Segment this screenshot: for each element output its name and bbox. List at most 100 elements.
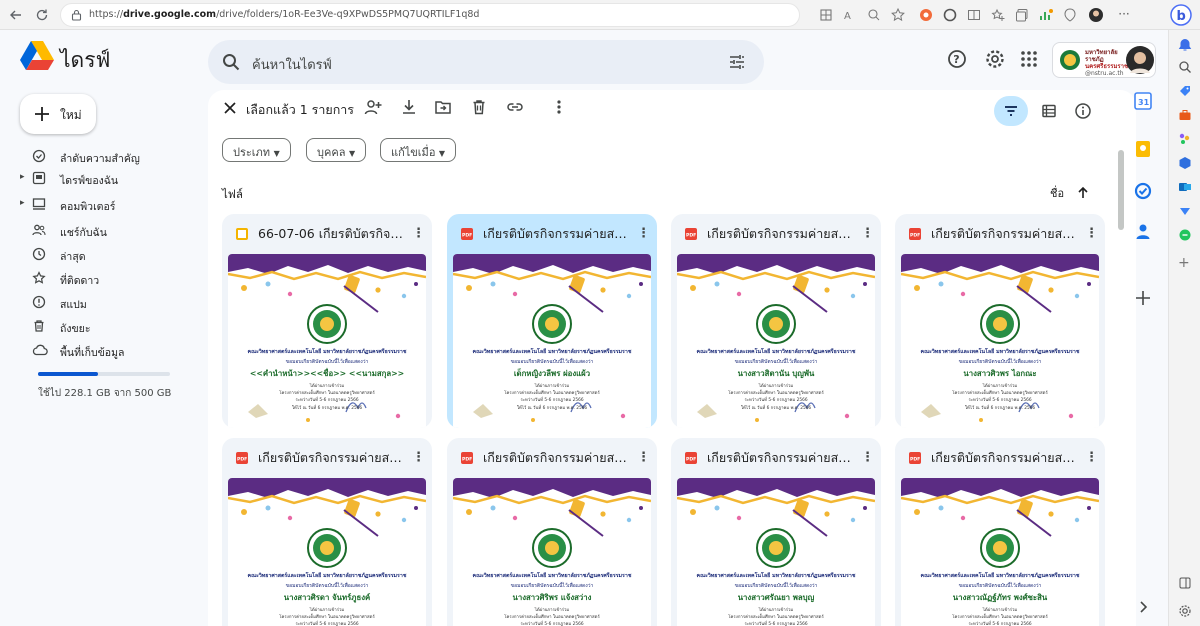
add-apps-icon[interactable] xyxy=(1135,290,1151,306)
move-to-folder-icon[interactable] xyxy=(434,98,452,116)
certificate-subtitle: ขอมอบเกียรติบัตรฉบับนี้ไว้เพื่อแสดงว่า xyxy=(958,583,1042,589)
expand-arrow-icon[interactable]: ▸ xyxy=(20,172,25,182)
sidebar-item-priority[interactable]: ลำดับความสำคัญ xyxy=(20,146,196,168)
browser-essentials-icon[interactable] xyxy=(1062,7,1078,23)
file-thumbnail[interactable]: คณะวิทยาศาสตร์และเทคโนโลยี มหาวิทยาลัยรา… xyxy=(453,478,651,626)
notifications-bell-icon[interactable] xyxy=(1178,38,1192,52)
info-icon[interactable] xyxy=(1074,102,1092,120)
copilot-icon[interactable]: b xyxy=(1170,4,1192,26)
search-icon[interactable] xyxy=(222,53,240,71)
file-card[interactable]: PDF เกียรติบัตรกิจกรรมค่ายสะเต็... ⋮ xyxy=(671,438,881,626)
calendar-icon[interactable]: 31 xyxy=(1134,92,1152,110)
shopping-tag-icon[interactable] xyxy=(1178,84,1192,98)
download-icon[interactable] xyxy=(400,98,418,116)
more-vert-icon[interactable]: ⋮ xyxy=(861,226,874,241)
sidebar-item-spam[interactable]: สแปม xyxy=(20,292,196,314)
file-card[interactable]: PDF เกียรติบัตรกิจกรรมค่ายสะเต็... ⋮ xyxy=(671,214,881,428)
share-person-icon[interactable] xyxy=(364,98,382,116)
list-view-icon[interactable] xyxy=(1040,102,1058,120)
search-bar[interactable]: ค้นหาในไดรฟ์ xyxy=(208,40,764,84)
games-icon[interactable] xyxy=(1178,132,1192,146)
profile-avatar-icon[interactable] xyxy=(1088,7,1104,23)
expand-arrow-icon[interactable]: ▸ xyxy=(20,198,25,208)
chat-green-icon[interactable] xyxy=(1178,228,1192,242)
more-vert-icon[interactable]: ⋮ xyxy=(412,226,425,241)
more-actions-icon[interactable] xyxy=(550,98,568,116)
filter-chip-modified[interactable]: แก้ไขเมื่อ ▼ xyxy=(380,138,457,162)
filter-chip-people[interactable]: บุคคล ▼ xyxy=(306,138,367,162)
drop-icon[interactable] xyxy=(1178,204,1192,218)
more-vert-icon[interactable]: ⋮ xyxy=(1085,450,1098,465)
file-thumbnail[interactable]: คณะวิทยาศาสตร์และเทคโนโลยี มหาวิทยาลัยรา… xyxy=(228,254,426,428)
split-screen-icon[interactable] xyxy=(966,7,982,23)
contacts-icon[interactable] xyxy=(1134,222,1152,240)
microsoft365-icon[interactable] xyxy=(1178,156,1192,170)
more-vert-icon[interactable]: ⋮ xyxy=(637,450,650,465)
settings-gear-icon[interactable] xyxy=(1178,604,1192,618)
scrollbar-thumb[interactable] xyxy=(1118,150,1124,230)
search-icon[interactable] xyxy=(1178,60,1192,74)
file-card[interactable]: PDF เกียรติบัตรกิจกรรมค่ายสะเต็... ⋮ xyxy=(222,438,432,626)
sidebar-item-my-drive[interactable]: ▸ ไดรฟ์ของฉัน xyxy=(20,168,196,190)
keep-icon[interactable] xyxy=(1134,140,1152,158)
zoom-icon[interactable] xyxy=(866,7,882,23)
filter-chip-label: บุคคล xyxy=(317,146,346,159)
more-menu-icon[interactable]: ··· xyxy=(1116,7,1132,23)
file-thumbnail[interactable]: คณะวิทยาศาสตร์และเทคโนโลยี มหาวิทยาลัยรา… xyxy=(677,254,875,428)
more-vert-icon[interactable]: ⋮ xyxy=(637,226,650,241)
address-bar[interactable]: https://drive.google.com/drive/folders/1… xyxy=(60,3,800,27)
file-thumbnail[interactable]: คณะวิทยาศาสตร์และเทคโนโลยี มหาวิทยาลัยรา… xyxy=(453,254,651,428)
file-card[interactable]: 66-07-06 เกียรติบัตรกิจกร... ⋮ คณะวิทยาศ… xyxy=(222,214,432,428)
file-thumbnail[interactable]: คณะวิทยาศาสตร์และเทคโนโลยี มหาวิทยาลัยรา… xyxy=(677,478,875,626)
arrow-up-icon[interactable] xyxy=(1076,186,1090,200)
extension-g-icon[interactable] xyxy=(942,7,958,23)
sidebar-item-starred[interactable]: ที่ติดดาว xyxy=(20,268,196,290)
user-avatar[interactable] xyxy=(1125,45,1155,75)
favorites-icon[interactable] xyxy=(990,7,1006,23)
file-card[interactable]: PDF เกียรติบัตรกิจกรรมค่ายสะเต็... ⋮ xyxy=(895,438,1105,626)
help-icon[interactable]: ? xyxy=(946,48,968,70)
read-aloud-icon[interactable]: A xyxy=(842,7,858,23)
file-card[interactable]: PDF เกียรติบัตรกิจกรรมค่ายสะเต็... ⋮ xyxy=(447,214,657,428)
extension-red-icon[interactable] xyxy=(918,7,934,23)
clear-selection-icon[interactable] xyxy=(222,100,240,118)
add-sidebar-app-icon[interactable]: + xyxy=(1178,256,1190,270)
more-vert-icon[interactable]: ⋮ xyxy=(1085,226,1098,241)
sidebar-item-computers[interactable]: ▸ คอมพิวเตอร์ xyxy=(20,194,196,216)
apps-grid-icon[interactable] xyxy=(1018,48,1040,70)
certificate-line: ให้ไว้ ณ วันที่ 6 กรกฎาคม พ.ศ. 2566 xyxy=(740,406,812,411)
back-icon[interactable] xyxy=(8,7,24,23)
outlook-icon[interactable] xyxy=(1178,180,1192,194)
tasks-icon[interactable] xyxy=(1134,182,1152,200)
filter-toggle-button[interactable] xyxy=(994,96,1028,126)
new-button[interactable]: ใหม่ xyxy=(20,94,96,134)
file-card[interactable]: PDF เกียรติบัตรกิจกรรมค่ายสะเต็... ⋮ xyxy=(895,214,1105,428)
copy-link-icon[interactable] xyxy=(506,98,524,116)
search-placeholder[interactable]: ค้นหาในไดรฟ์ xyxy=(252,54,332,75)
toolbox-icon[interactable] xyxy=(1178,108,1192,122)
collapse-panel-icon[interactable] xyxy=(1136,600,1150,614)
file-thumbnail[interactable]: คณะวิทยาศาสตร์และเทคโนโลยี มหาวิทยาลัยรา… xyxy=(228,478,426,626)
account-switcher[interactable]: มหาวิทยาลัยราชภัฏ นครศรีธรรมราช @nstru.a… xyxy=(1052,42,1156,78)
more-vert-icon[interactable]: ⋮ xyxy=(861,450,874,465)
file-thumbnail[interactable]: คณะวิทยาศาสตร์และเทคโนโลยี มหาวิทยาลัยรา… xyxy=(901,254,1099,428)
filter-chip-type[interactable]: ประเภท ▼ xyxy=(222,138,291,162)
drive-logo[interactable] xyxy=(20,40,54,70)
favorite-star-icon[interactable] xyxy=(890,7,906,23)
delete-icon[interactable] xyxy=(470,98,488,116)
sidebar-item-trash[interactable]: ถังขยะ xyxy=(20,316,196,338)
sidebar-item-recent[interactable]: ล่าสุด xyxy=(20,244,196,266)
refresh-icon[interactable] xyxy=(34,7,50,23)
file-thumbnail[interactable]: คณะวิทยาศาสตร์และเทคโนโลยี มหาวิทยาลัยรา… xyxy=(901,478,1099,626)
sidebar-item-storage[interactable]: พื้นที่เก็บข้อมูล xyxy=(20,340,196,362)
sidebar-item-shared[interactable]: แชร์กับฉัน xyxy=(20,220,196,242)
collections-icon[interactable] xyxy=(1014,7,1030,23)
settings-icon[interactable] xyxy=(984,48,1006,70)
more-vert-icon[interactable]: ⋮ xyxy=(412,450,425,465)
performance-icon[interactable] xyxy=(1038,7,1054,23)
grid-view-icon[interactable] xyxy=(818,7,834,23)
sort-control[interactable]: ชื่อ xyxy=(1050,184,1090,202)
hide-sidebar-icon[interactable] xyxy=(1178,576,1192,590)
search-options-icon[interactable] xyxy=(728,53,746,71)
file-card[interactable]: PDF เกียรติบัตรกิจกรรมค่ายสะเต็... ⋮ xyxy=(447,438,657,626)
